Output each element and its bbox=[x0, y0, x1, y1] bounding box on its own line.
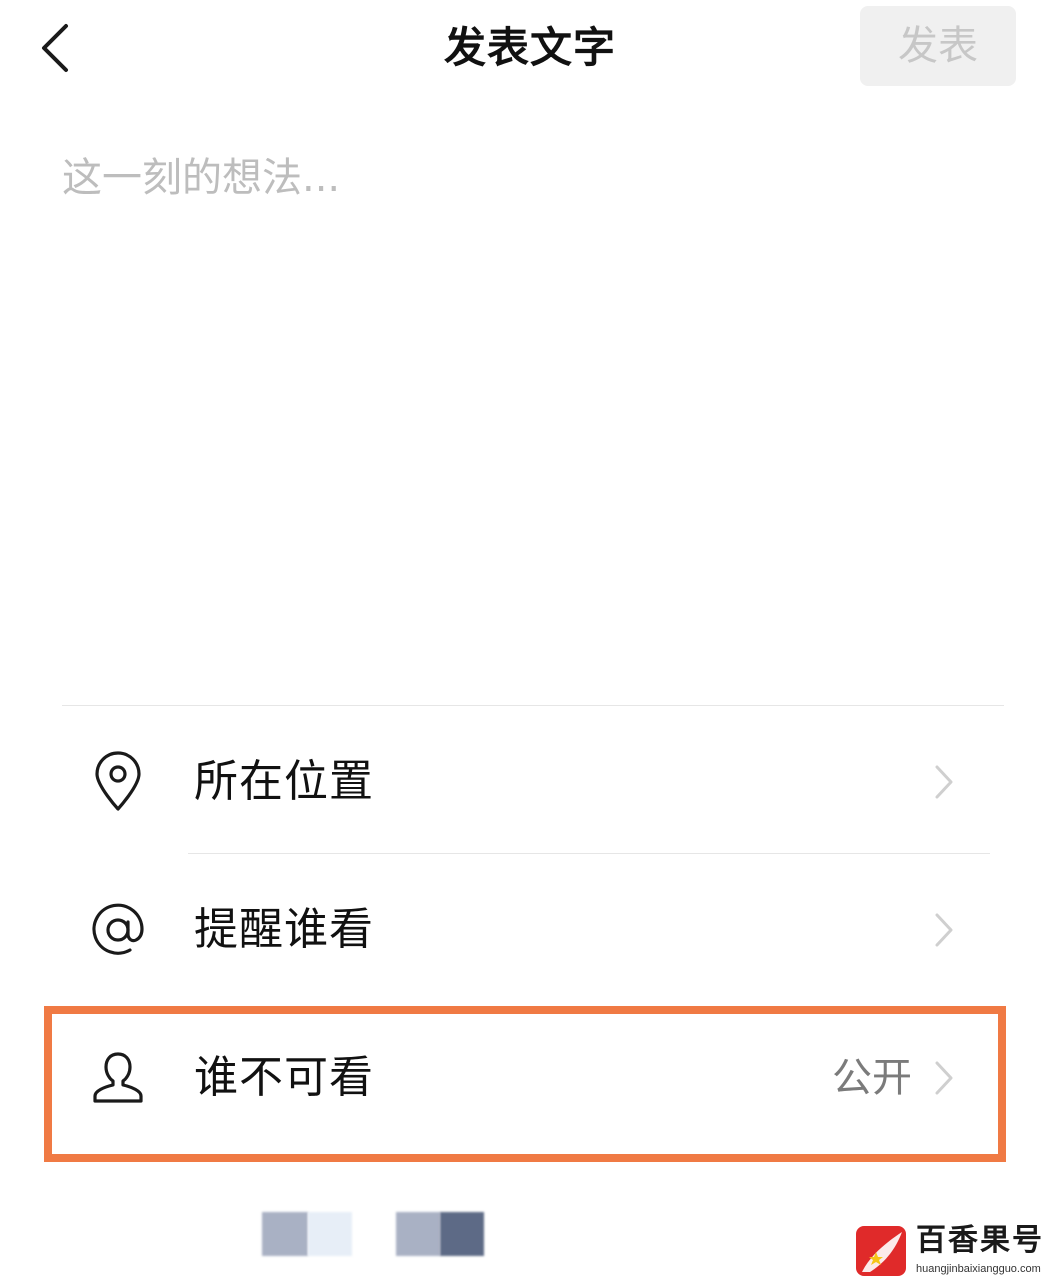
thought-input[interactable] bbox=[62, 142, 1002, 682]
divider bbox=[62, 705, 1004, 706]
watermark-url: huangjinbaixiangguo.com bbox=[916, 1263, 1041, 1275]
watermark: 百香果号 huangjinbaixiangguo.com bbox=[850, 1222, 1050, 1278]
hide-from-row[interactable]: 谁不可看 公开 bbox=[58, 1008, 994, 1148]
location-label: 所在位置 bbox=[194, 756, 374, 807]
brand-logo-icon bbox=[856, 1226, 906, 1276]
header: 发表文字 发表 bbox=[0, 0, 1060, 96]
chevron-right-icon bbox=[924, 762, 964, 802]
chevron-right-icon bbox=[924, 1058, 964, 1098]
location-pin-icon bbox=[86, 750, 150, 814]
mention-label: 提醒谁看 bbox=[194, 904, 374, 955]
watermark-title: 百香果号 bbox=[916, 1223, 1044, 1258]
divider bbox=[188, 853, 990, 854]
thumbnail bbox=[440, 1212, 484, 1256]
location-row[interactable]: 所在位置 bbox=[58, 712, 994, 852]
mention-row[interactable]: 提醒谁看 bbox=[58, 860, 994, 1000]
chevron-right-icon bbox=[924, 910, 964, 950]
publish-button[interactable]: 发表 bbox=[860, 6, 1016, 86]
thumbnail bbox=[262, 1212, 308, 1256]
visibility-value: 公开 bbox=[832, 1055, 912, 1101]
thumbnail bbox=[396, 1212, 440, 1256]
at-sign-icon bbox=[86, 898, 150, 962]
person-icon bbox=[86, 1046, 150, 1110]
thumbnail bbox=[308, 1212, 352, 1256]
hide-from-label: 谁不可看 bbox=[194, 1052, 374, 1103]
